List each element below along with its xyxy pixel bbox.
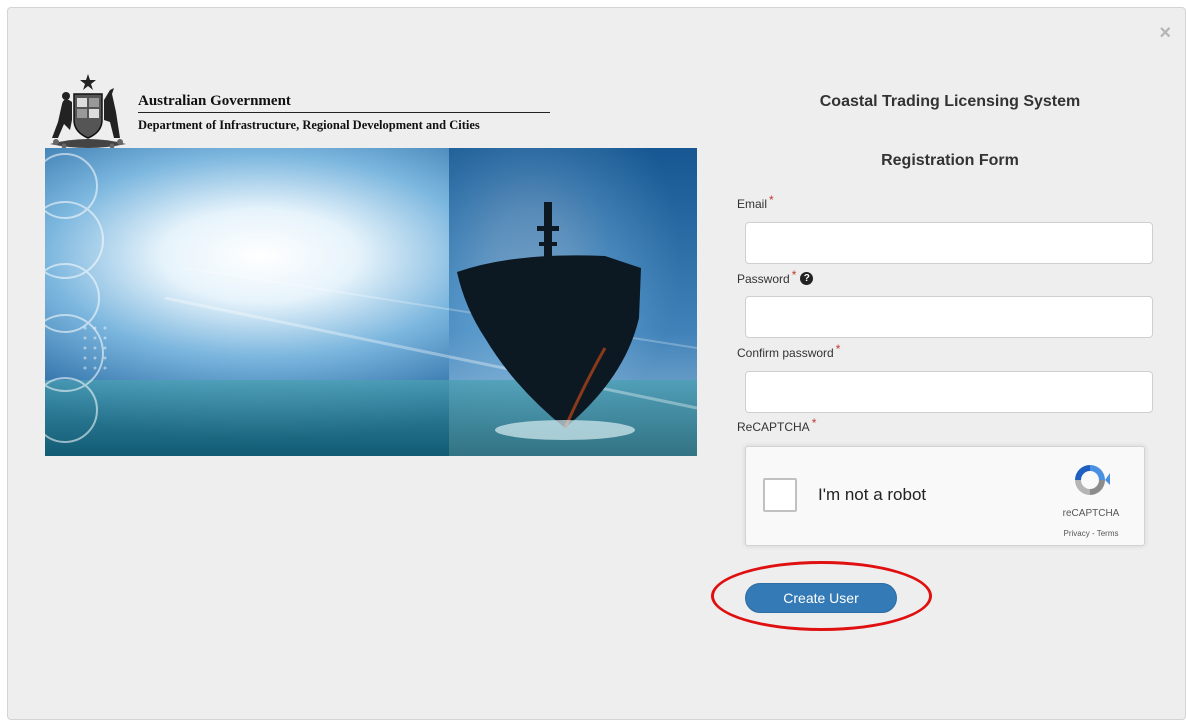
recaptcha-label: ReCAPTCHA * — [737, 416, 816, 434]
recaptcha-checkbox-label: I'm not a robot — [818, 485, 927, 504]
email-label: Email * — [737, 193, 774, 211]
department-name: Department of Infrastructure, Regional D… — [138, 118, 480, 132]
coat-of-arms-icon — [50, 74, 126, 149]
password-label: Password *? — [737, 268, 814, 287]
create-user-button[interactable]: Create User — [745, 583, 897, 613]
confirm-password-field[interactable] — [745, 371, 1153, 413]
header-divider — [138, 112, 550, 113]
password-field[interactable] — [745, 296, 1153, 338]
recaptcha-checkbox[interactable] — [763, 478, 797, 512]
form-title: Registration Form — [881, 152, 1019, 169]
recaptcha-privacy-terms-link[interactable]: Privacy - Terms — [1050, 529, 1132, 538]
ship-ocean-banner-image — [45, 148, 697, 456]
password-label-text: Password — [737, 272, 790, 286]
required-marker: * — [791, 268, 797, 282]
required-marker: * — [811, 416, 817, 430]
system-title: Coastal Trading Licensing System — [819, 93, 1081, 110]
registration-modal: × Australian Government Department of In — [7, 7, 1186, 720]
close-icon[interactable]: × — [1159, 23, 1171, 43]
confirm-password-label-text: Confirm password — [737, 346, 834, 360]
confirm-password-label: Confirm password * — [737, 342, 840, 360]
required-marker: * — [769, 193, 774, 207]
email-label-text: Email — [737, 197, 768, 211]
recaptcha-logo-icon — [1075, 465, 1110, 495]
question-circle-icon[interactable]: ? — [800, 272, 814, 285]
government-name: Australian Government — [138, 93, 291, 109]
email-field[interactable] — [745, 222, 1153, 264]
recaptcha-brand: reCAPTCHA — [1062, 508, 1120, 519]
recaptcha-widget: I'm not a robot reCAPTCHA Privacy - Term… — [745, 446, 1145, 546]
required-marker: * — [835, 342, 841, 356]
recaptcha-label-text: ReCAPTCHA — [737, 420, 810, 434]
